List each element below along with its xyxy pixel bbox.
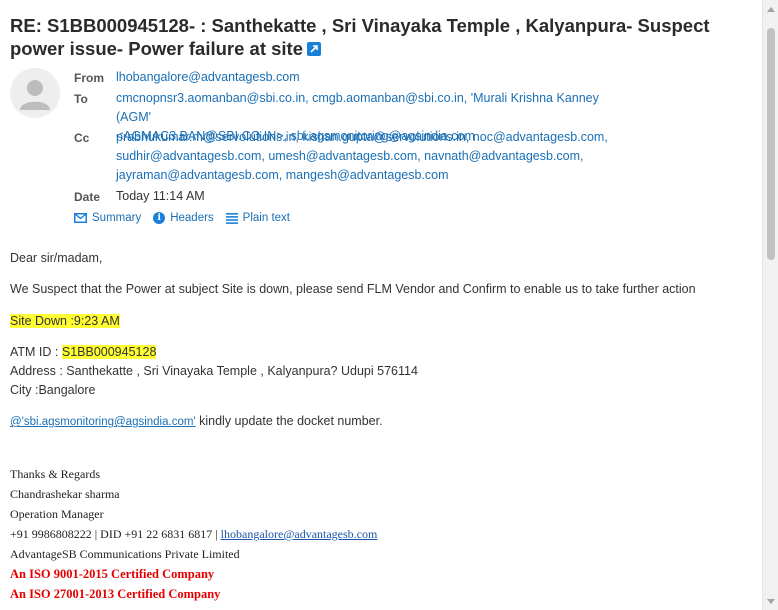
scroll-down-arrow-icon[interactable] [763,594,778,608]
signature-iso-27001: An ISO 27001-2013 Certified Company [10,587,221,601]
date-label: Date [74,190,101,204]
signature-company: AdvantageSB Communications Private Limit… [10,547,240,561]
plain-text-label[interactable]: Plain text [243,212,290,224]
date-value: Today 11:14 AM [116,189,205,203]
signature-email-link[interactable]: lhobangalore@advantagesb.com [221,527,378,541]
open-in-new-window-icon[interactable] [307,42,322,56]
headers-link[interactable]: i Headers [153,212,214,224]
to-line[interactable]: cmcnopnsr3.aomanban@sbi.co.in, cmgb.aoma… [116,89,636,127]
mention-line: @'sbi.agsmonitoring@agsindia.com' kindly… [10,412,383,432]
info-icon: i [153,212,166,224]
message-subject: RE: S1BB000945128- : Santhekatte , Sri V… [10,14,758,60]
signature-thanks: Thanks & Regards [10,467,100,481]
body-paragraph: We Suspect that the Power at subject Sit… [10,282,696,296]
cc-label: Cc [74,131,90,145]
address-line: Address : Santhekatte , Sri Vinayaka Tem… [10,364,418,378]
sender-avatar [10,68,60,118]
to-label: To [74,92,88,106]
message-viewer: RE: S1BB000945128- : Santhekatte , Sri V… [0,0,762,610]
cc-line[interactable]: sudhir@advantagesb.com, umesh@advantages… [116,147,636,166]
vertical-scrollbar[interactable] [762,0,778,610]
site-down-line: Site Down :9:23 AM [10,312,120,331]
signature-name: Chandrashekar sharma [10,487,120,501]
scrollbar-thumb[interactable] [767,28,775,260]
signature-title: Operation Manager [10,507,104,521]
city-line: City :Bangalore [10,383,96,397]
signature-contact: +91 9986808222 | DID +91 22 6831 6817 | … [10,527,377,542]
signature-phone: +91 9986808222 | DID +91 22 6831 6817 | [10,527,221,541]
summary-label[interactable]: Summary [92,212,141,224]
atm-id-value: S1BB000945128 [61,345,157,359]
plain-text-link[interactable]: Plain text [225,212,290,224]
atm-id-label: ATM ID : [10,345,62,359]
mention-text: kindly update the docket number. [195,414,383,428]
atm-id-line: ATM ID : S1BB000945128 [10,343,157,362]
lines-icon [225,212,238,224]
view-options: Summary i Headers Plain text [74,212,302,224]
cc-recipients[interactable]: prabhukumar.m@servolutions.in, kishan.gu… [116,128,636,185]
headers-label[interactable]: Headers [170,212,213,224]
site-down-text: Site Down :9:23 AM [10,314,120,328]
scroll-up-arrow-icon[interactable] [763,2,778,16]
person-icon [20,80,50,110]
subject-text: RE: S1BB000945128- : Santhekatte , Sri V… [10,15,710,59]
from-label: From [74,71,104,85]
mention-email-link[interactable]: @'sbi.agsmonitoring@agsindia.com' [10,416,196,428]
cc-line[interactable]: jayraman@advantagesb.com, mangesh@advant… [116,166,636,185]
summary-link[interactable]: Summary [74,212,141,224]
cc-line[interactable]: prabhukumar.m@servolutions.in, kishan.gu… [116,128,636,147]
signature-iso-9001: An ISO 9001-2015 Certified Company [10,567,215,581]
from-address[interactable]: lhobangalore@advantagesb.com [116,68,636,87]
greeting: Dear sir/madam, [10,251,103,265]
envelope-icon [74,213,87,223]
